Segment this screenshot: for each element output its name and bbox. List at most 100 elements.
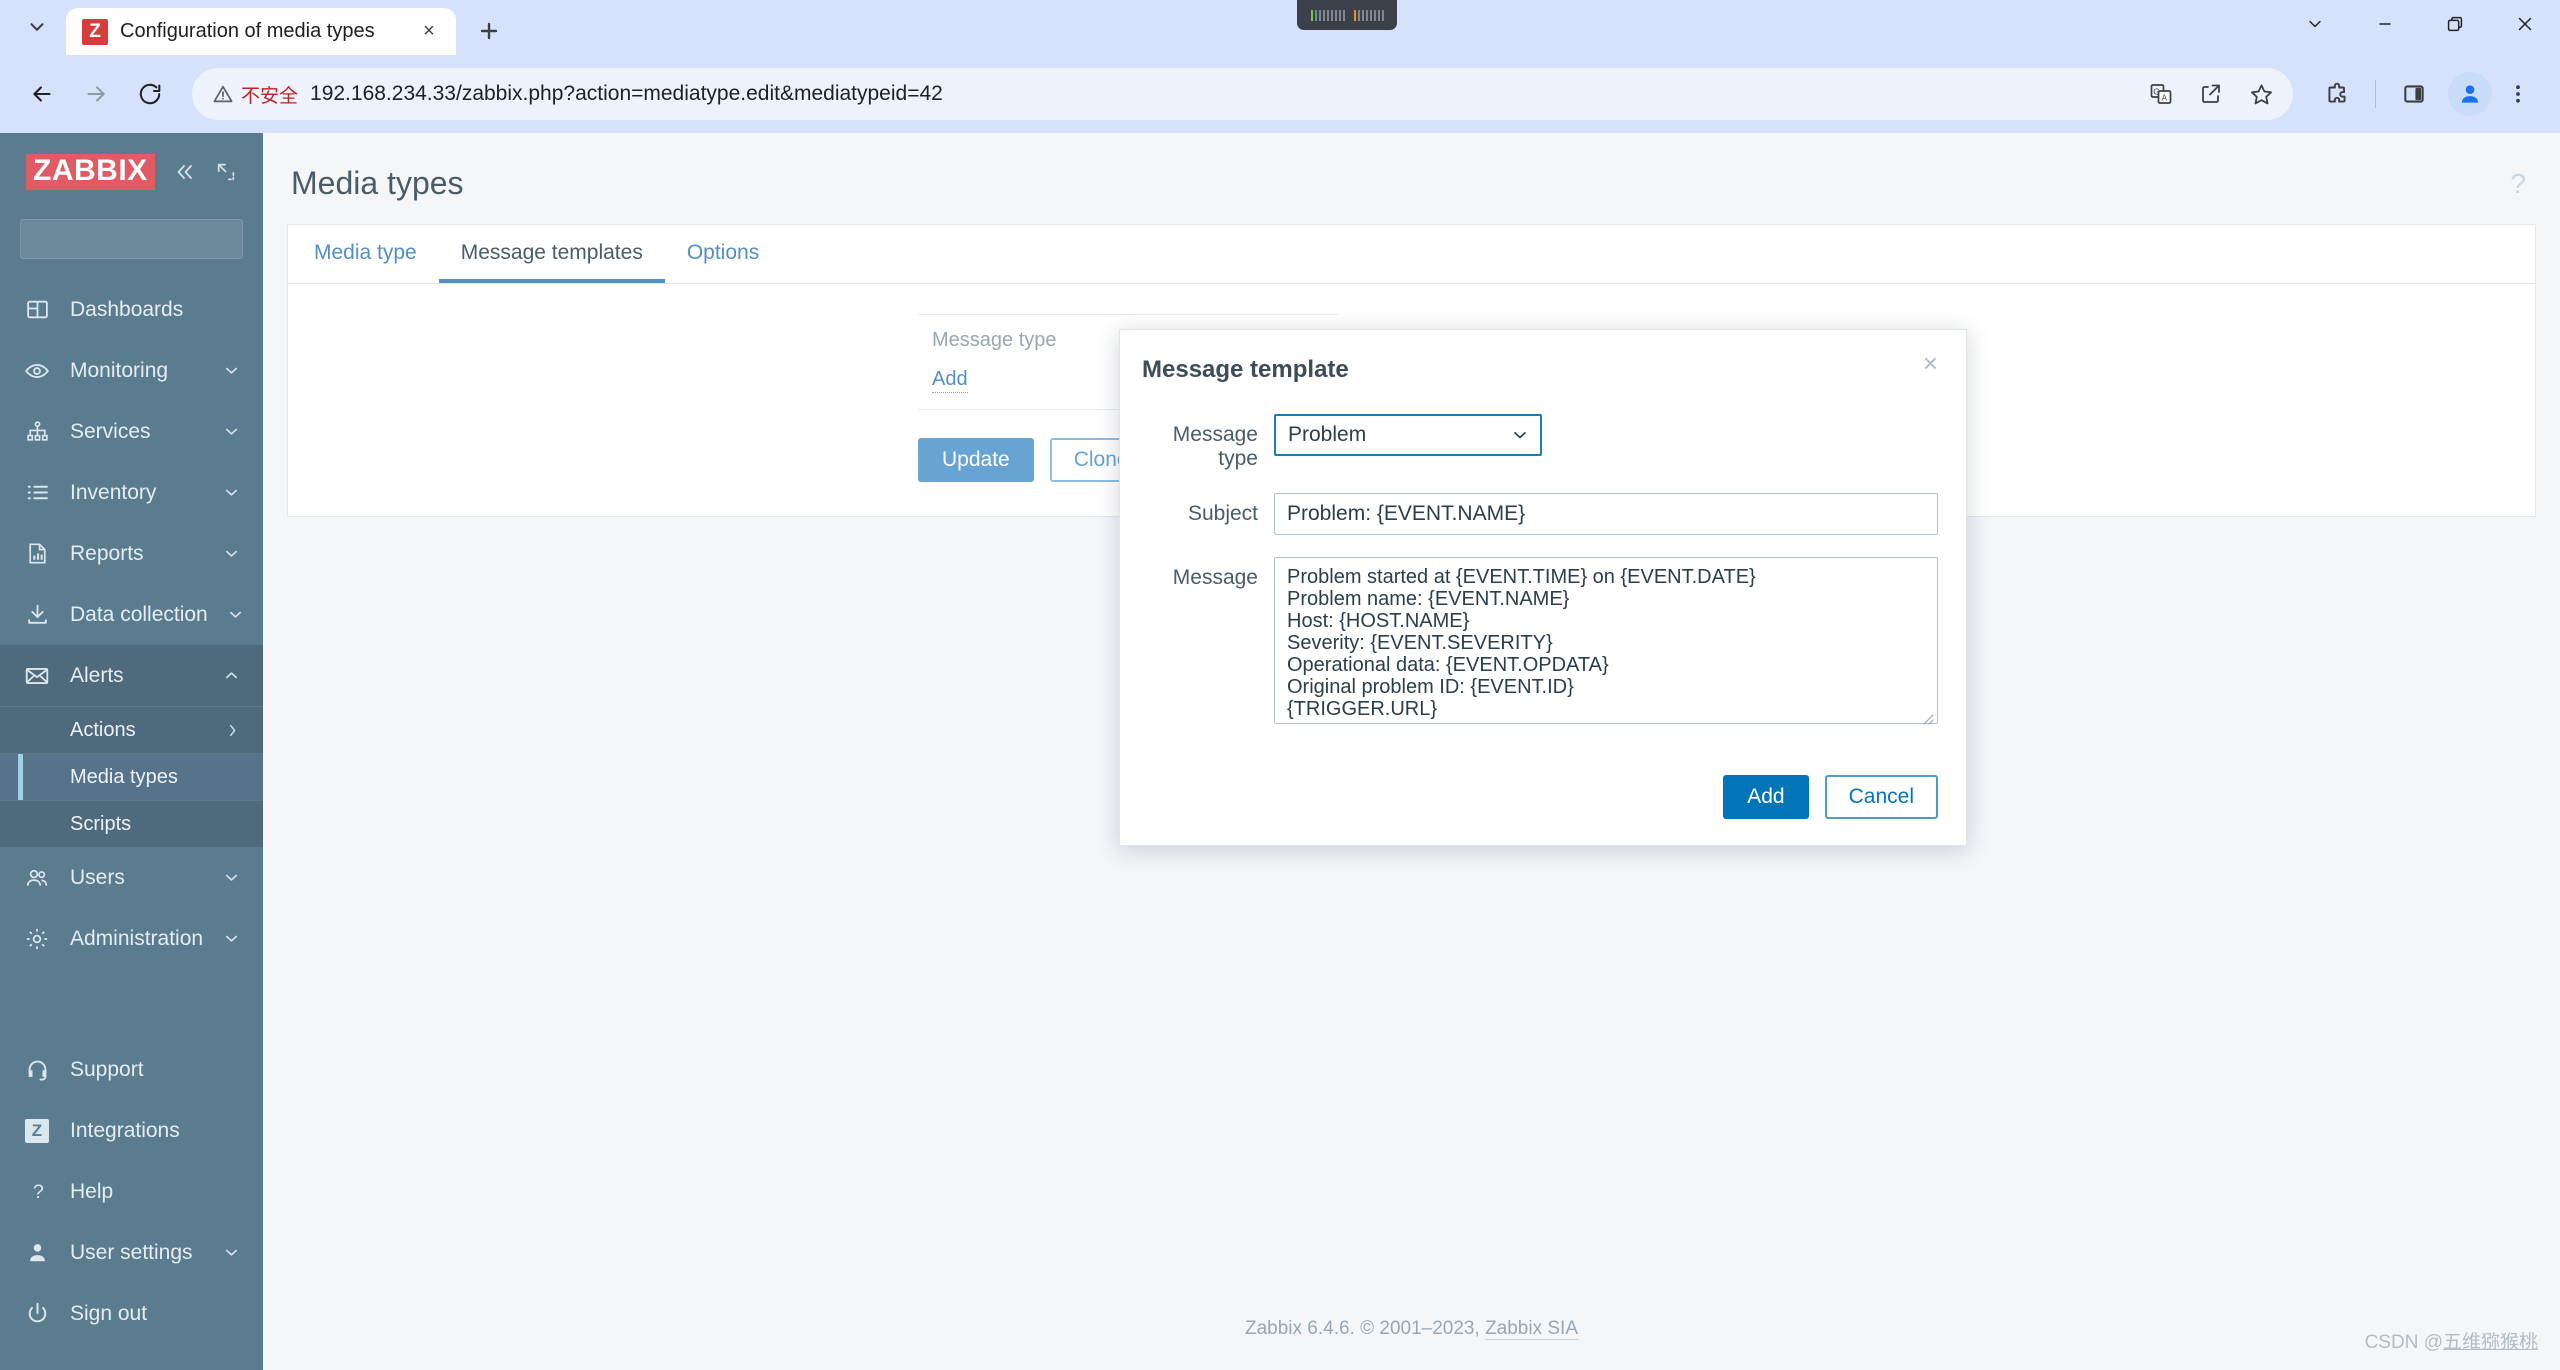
sidebar-item-data-collection[interactable]: Data collection <box>0 584 263 645</box>
dialog-cancel-button[interactable]: Cancel <box>1824 775 1938 819</box>
sidebar-item-label: Inventory <box>70 480 157 504</box>
side-panel-button[interactable] <box>2390 70 2438 118</box>
window-dropdown-button[interactable] <box>2280 0 2350 48</box>
bookmark-button[interactable] <box>2237 70 2285 118</box>
sidebar-footer: Support Z Integrations ? Help User setti… <box>0 1039 263 1370</box>
back-button[interactable] <box>18 70 66 118</box>
sidebar-menu: Dashboards Monitoring Services Inventory… <box>0 275 263 1039</box>
window-maximize-button[interactable] <box>2420 0 2490 48</box>
address-bar[interactable]: 不安全 192.168.234.33/zabbix.php?action=med… <box>192 68 2293 120</box>
subject-label: Subject <box>1187 502 1258 525</box>
sidebar-item-reports[interactable]: Reports <box>0 523 263 584</box>
zabbix-logo[interactable]: ZABBIX <box>26 154 155 190</box>
dialog-body: Message type Problem Subject Problem: {E… <box>1120 398 1966 759</box>
sidebar-hide-button[interactable] <box>215 159 237 185</box>
sidebar-search[interactable] <box>20 219 265 259</box>
person-icon <box>22 1240 52 1265</box>
minimize-icon <box>2379 23 2391 25</box>
translate-button[interactable]: GA <box>2137 70 2185 118</box>
field-row-message: Message Problem started at {EVENT.TIME} … <box>1142 557 1938 729</box>
page-title: Media types <box>291 165 464 201</box>
side-panel-icon <box>2404 85 2424 103</box>
message-textarea[interactable]: Problem started at {EVENT.TIME} on {EVEN… <box>1274 557 1938 724</box>
dialog-footer: Add Cancel <box>1120 759 1966 845</box>
sidebar-item-label: Help <box>70 1179 114 1203</box>
update-button[interactable]: Update <box>918 438 1034 482</box>
sidebar-item-administration[interactable]: Administration <box>0 908 263 969</box>
add-message-template-link[interactable]: Add <box>918 364 982 409</box>
screen-recording-indicator <box>1297 0 1397 30</box>
sidebar-item-users[interactable]: Users <box>0 847 263 908</box>
csdn-watermark: CSDN @五维猕猴桃 <box>2365 1327 2538 1354</box>
main-content: Media types ? Media type Message templat… <box>263 133 2560 1370</box>
eye-icon <box>22 358 52 384</box>
reload-button[interactable] <box>126 70 174 118</box>
sidebar-item-alerts[interactable]: Alerts <box>0 645 263 706</box>
report-chart-icon <box>22 541 52 566</box>
profile-button[interactable] <box>2448 72 2492 116</box>
star-icon <box>2250 83 2272 104</box>
sidebar-item-dashboards[interactable]: Dashboards <box>0 279 263 340</box>
sidebar-item-support[interactable]: Support <box>0 1039 263 1100</box>
sidebar-item-media-types[interactable]: Media types <box>0 753 263 800</box>
sidebar-item-sign-out[interactable]: Sign out <box>0 1283 263 1344</box>
share-button[interactable] <box>2187 70 2235 118</box>
subject-input[interactable] <box>1274 493 1938 535</box>
tab-close-button[interactable]: × <box>414 17 444 47</box>
sidebar-item-scripts[interactable]: Scripts <box>0 800 263 847</box>
sidebar-item-user-settings[interactable]: User settings <box>0 1222 263 1283</box>
sidebar-collapse-button[interactable] <box>173 159 197 185</box>
site-security-chip[interactable]: 不安全 <box>212 81 310 108</box>
dialog-close-button[interactable]: × <box>1919 350 1942 376</box>
sidebar-header: ZABBIX <box>0 133 263 211</box>
sidebar-item-label: Dashboards <box>70 297 184 321</box>
chevron-down-icon <box>222 422 241 441</box>
sidebar-item-help[interactable]: ? Help <box>0 1161 263 1222</box>
sidebar-item-integrations[interactable]: Z Integrations <box>0 1100 263 1161</box>
sidebar-item-monitoring[interactable]: Monitoring <box>0 340 263 401</box>
url-text: 192.168.234.33/zabbix.php?action=mediaty… <box>310 82 943 105</box>
page-help-icon[interactable]: ? <box>2510 168 2532 200</box>
footer-zabbix-sia-link[interactable]: Zabbix SIA <box>1485 1318 1578 1340</box>
users-icon <box>22 865 52 891</box>
tab-media-type[interactable]: Media type <box>292 225 439 283</box>
chevron-down-icon <box>222 544 241 563</box>
sidebar-item-label: Reports <box>70 541 144 565</box>
tab-options[interactable]: Options <box>665 225 781 283</box>
window-controls <box>2280 0 2560 48</box>
browser-toolbar: 不安全 192.168.234.33/zabbix.php?action=med… <box>0 55 2560 133</box>
chevron-down-icon <box>222 929 241 948</box>
search-input[interactable] <box>33 228 265 250</box>
collapse-corner-icon <box>217 163 235 181</box>
sidebar-item-label: Services <box>70 419 151 443</box>
sidebar-item-inventory[interactable]: Inventory <box>0 462 263 523</box>
plus-icon <box>480 22 498 40</box>
dialog-add-button[interactable]: Add <box>1723 775 1809 819</box>
browser-tab[interactable]: Z Configuration of media types × <box>66 8 456 55</box>
message-type-select[interactable]: Problem <box>1274 414 1542 456</box>
headset-icon <box>22 1057 52 1082</box>
message-type-label: Message type <box>1172 423 1258 470</box>
forward-button[interactable] <box>72 70 120 118</box>
envelope-icon <box>22 663 52 689</box>
back-arrow-icon <box>33 86 51 102</box>
window-close-icon <box>2518 17 2532 31</box>
footer-copyright: Zabbix 6.4.6. © 2001–2023, <box>1245 1318 1486 1339</box>
services-tree-icon <box>22 419 52 444</box>
power-icon <box>22 1301 52 1326</box>
sidebar-item-services[interactable]: Services <box>0 401 263 462</box>
tab-search-button[interactable] <box>14 9 60 49</box>
browser-menu-button[interactable] <box>2494 70 2542 118</box>
sidebar-subitem-label: Actions <box>70 718 136 741</box>
window-minimize-button[interactable] <box>2350 0 2420 48</box>
window-close-button[interactable] <box>2490 0 2560 48</box>
sidebar-item-label: Data collection <box>70 602 208 626</box>
sidebar-item-label: Integrations <box>70 1118 180 1142</box>
sidebar-item-actions[interactable]: Actions <box>0 706 263 753</box>
extensions-button[interactable] <box>2313 70 2361 118</box>
sidebar-item-label: Support <box>70 1057 144 1081</box>
message-template-dialog: Message template × Message type Problem <box>1119 329 1967 846</box>
new-tab-button[interactable] <box>466 10 512 52</box>
tab-message-templates[interactable]: Message templates <box>438 225 665 283</box>
sidebar: ZABBIX Dashboards Monitoring Services In… <box>0 133 265 1370</box>
